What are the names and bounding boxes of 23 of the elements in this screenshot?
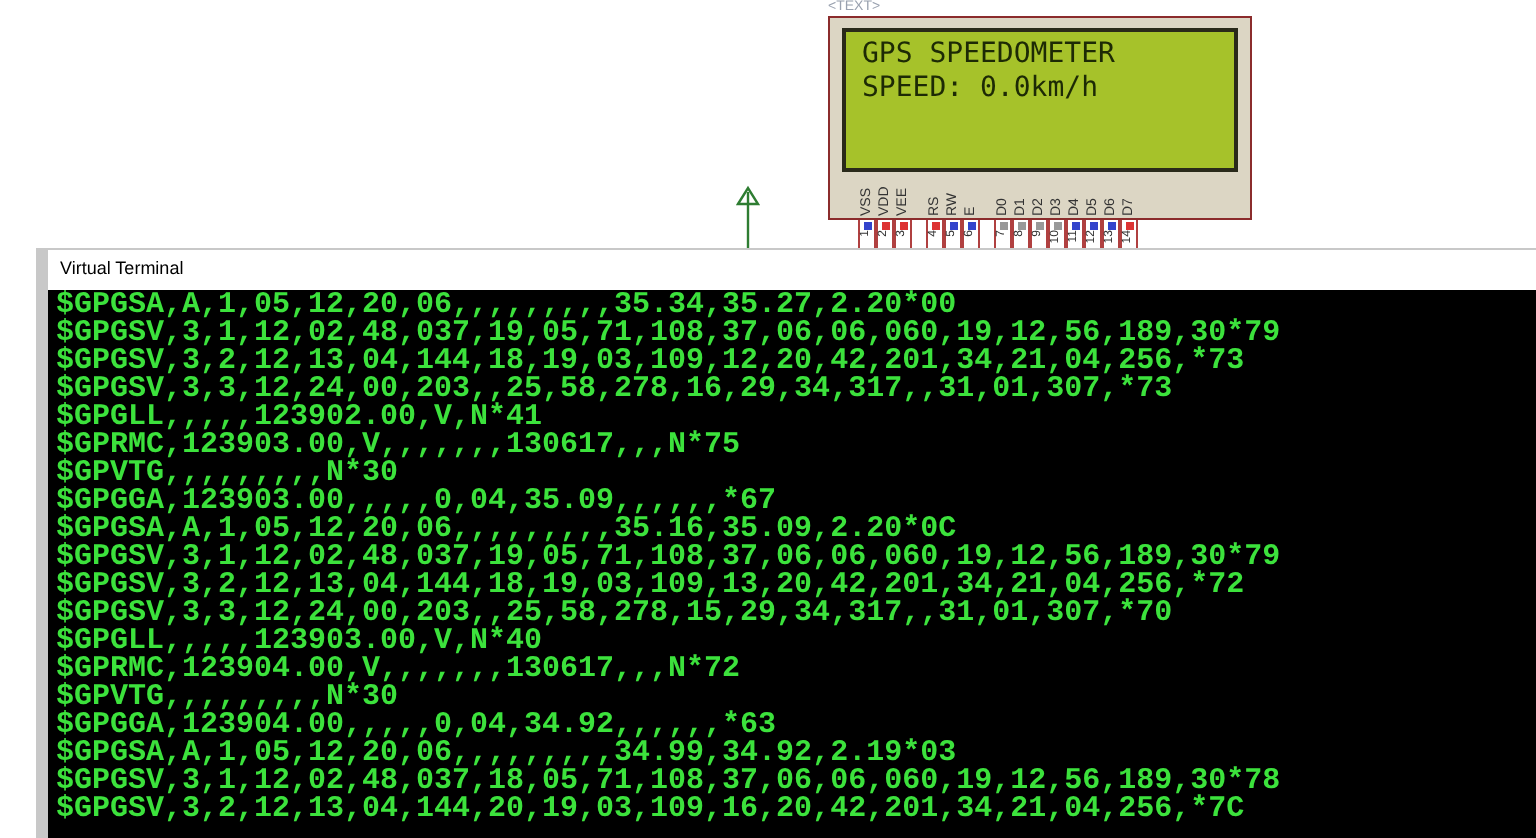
lcd-text: GPS SPEEDOMETER (862, 38, 1117, 72)
terminal-line: $GPGSV,3,3,12,24,00,203,,25,58,278,16,29,34,317,,31,01,307,*73 (56, 376, 1173, 404)
terminal-line: $GPVTG,,,,,,,,,N*30 (56, 460, 399, 488)
terminal-line: $GPGGA,123903.00,,,,,0,04,35.09,,,,,,*67 (56, 488, 777, 516)
terminal-line: $GPGSV,3,3,12,24,00,203,,25,58,278,15,29,34,317,,31,01,307,*70 (56, 600, 1173, 628)
lcd-text: SPEED: 0.0km/h (862, 72, 1101, 106)
terminal-line: $GPGGA,123904.00,,,,,0,04,34.92,,,,,,*63 (56, 712, 777, 740)
terminal-line: $GPVTG,,,,,,,,,N*30 (56, 684, 399, 712)
power-terminal-arrow (736, 184, 760, 248)
terminal-line: $GPGLL,,,,,123902.00,V,N*41 (56, 404, 543, 432)
terminal-line: $GPGSA,A,1,05,12,20,06,,,,,,,,,34.99,34.92,2.19*03 (56, 740, 957, 768)
terminal-line: $GPGSV,3,2,12,13,04,144,18,19,03,109,12,20,42,201,34,21,04,256,*73 (56, 348, 1245, 376)
terminal-line: $GPGSV,3,2,12,13,04,144,18,19,03,109,13,20,42,201,34,21,04,256,*72 (56, 572, 1245, 600)
terminal-line: $GPGSA,A,1,05,12,20,06,,,,,,,,,35.34,35.27,2.20*00 (56, 292, 957, 320)
terminal-line: $GPGSA,A,1,05,12,20,06,,,,,,,,,35.16,35.09,2.20*0C (56, 516, 957, 544)
terminal-line: $GPGSV,3,2,12,13,04,144,20,19,03,109,16,20,42,201,34,21,04,256,*7C (56, 796, 1245, 824)
window-title: Virtual Terminal (60, 256, 184, 283)
terminal-line: $GPGSV,3,1,12,02,48,037,18,05,71,108,37,06,06,060,19,12,56,189,30*78 (56, 768, 1283, 796)
terminal-line: $GPGSV,3,1,12,02,48,037,19,05,71,108,37,06,06,060,19,12,56,189,30*79 (56, 544, 1283, 572)
terminal-line: $GPRMC,123903.00,V,,,,,,,130617,,,N*75 (56, 432, 743, 460)
terminal-line: $GPGLL,,,,,123903.00,V,N*40 (56, 628, 543, 656)
terminal-line: $GPRMC,123904.00,V,,,,,,,130617,,,N*72 (56, 656, 743, 684)
terminal-line: $GPGSV,3,1,12,02,48,037,19,05,71,108,37,06,06,060,19,12,56,189,30*79 (56, 320, 1283, 348)
